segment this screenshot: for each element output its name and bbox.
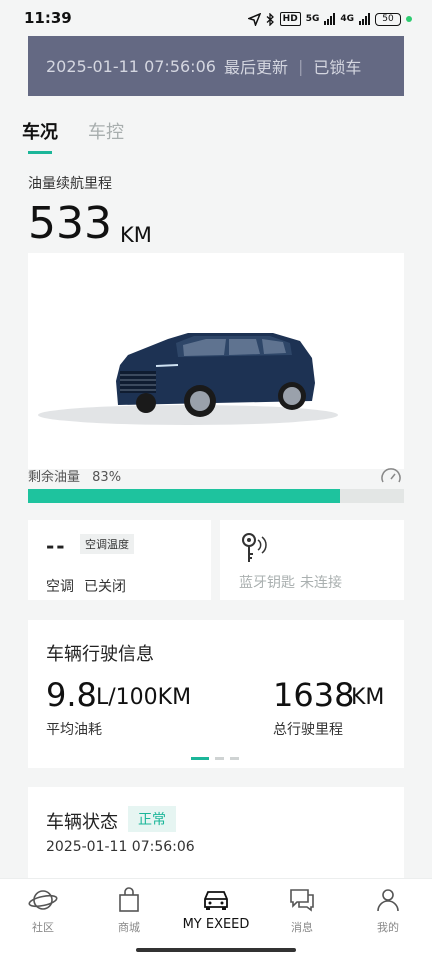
location-icon xyxy=(247,12,261,26)
bluetooth-key-label: 蓝牙钥匙 xyxy=(239,575,295,591)
tab-vehicle-control[interactable]: 车控 xyxy=(88,118,124,158)
vehicle-status-card[interactable]: 车辆状态 正常 2025-01-11 07:56:06 xyxy=(28,787,404,883)
driving-info-card[interactable]: 车辆行驶信息 9.8 L/100KM 平均油耗 1638 KM 总行驶里程 xyxy=(28,620,404,768)
active-tab-indicator xyxy=(28,151,52,154)
shopping-bag-icon xyxy=(119,887,139,912)
nav-my-exeed[interactable]: MY EXEED xyxy=(176,887,256,932)
fuel-label: 剩余油量 83% xyxy=(28,466,121,485)
planet-icon xyxy=(28,890,58,910)
car-icon xyxy=(204,891,228,910)
ac-state: 已关闭 xyxy=(84,579,126,595)
nav-messages[interactable]: 消息 xyxy=(262,887,342,935)
vehicle-status-badge: 正常 xyxy=(128,806,176,832)
range-unit: KM xyxy=(120,223,152,247)
vehicle-status-datetime: 2025-01-11 07:56:06 xyxy=(46,839,195,855)
page-dot xyxy=(215,757,224,760)
ac-card[interactable]: -- 空调温度 空调 已关闭 xyxy=(28,520,211,600)
nav-messages-label: 消息 xyxy=(291,921,313,934)
privacy-dot-icon xyxy=(406,16,412,22)
nav-my-exeed-label: MY EXEED xyxy=(182,917,250,932)
fuel-bar-fill xyxy=(28,489,341,503)
ac-label: 空调 xyxy=(46,579,74,595)
status-icons: HD 5G 4G 50 xyxy=(247,10,412,28)
battery-icon: 50 xyxy=(375,12,401,26)
nav-profile-label: 我的 xyxy=(377,921,399,934)
fuel-percent: 83% xyxy=(92,470,122,485)
page-dot xyxy=(230,757,239,760)
page-dot-active xyxy=(191,757,209,760)
ac-temp-label: 空调温度 xyxy=(80,534,134,554)
avg-fuel-value: 9.8 xyxy=(46,676,97,714)
hd-badge: HD xyxy=(279,12,301,26)
fuel-bar xyxy=(28,489,404,503)
avg-fuel-label: 平均油耗 xyxy=(46,722,102,738)
bluetooth-key-card[interactable]: 蓝牙钥匙 未连接 xyxy=(220,520,404,600)
fuel-label-text: 剩余油量 xyxy=(28,470,81,485)
status-bar: 11:39 HD 5G 4G 50 xyxy=(0,0,432,38)
page-indicator xyxy=(191,757,239,760)
bluetooth-icon xyxy=(266,12,274,26)
user-icon xyxy=(377,889,399,912)
ac-temp-value: -- xyxy=(46,534,67,558)
bluetooth-key-state: 未连接 xyxy=(300,575,342,591)
fuel-gauge-icon xyxy=(381,468,401,483)
vehicle-status-title: 车辆状态 xyxy=(46,812,118,833)
nav-community[interactable]: 社区 xyxy=(3,887,83,935)
lock-state: 已锁车 xyxy=(313,58,362,77)
odometer-value: 1638 xyxy=(273,676,355,714)
car-image xyxy=(38,333,338,425)
network-label-2: 4G xyxy=(340,14,354,24)
home-indicator xyxy=(136,948,296,952)
last-update-label: 最后更新 xyxy=(223,58,288,77)
odometer-unit: KM xyxy=(351,685,385,710)
range-label: 油量续航里程 xyxy=(28,176,112,192)
status-time: 11:39 xyxy=(24,9,72,27)
signal-icon-2 xyxy=(359,13,370,25)
odometer-label: 总行驶里程 xyxy=(273,722,343,738)
nav-mall-label: 商城 xyxy=(118,921,140,934)
nav-mall[interactable]: 商城 xyxy=(89,887,169,935)
nav-community-label: 社区 xyxy=(32,921,54,934)
driving-info-title: 车辆行驶信息 xyxy=(46,644,154,665)
network-label-1: 5G xyxy=(305,14,320,24)
banner-divider: | xyxy=(297,56,304,76)
nav-profile[interactable]: 我的 xyxy=(348,887,428,935)
avg-fuel-unit: L/100KM xyxy=(96,685,192,710)
update-banner: 2025-01-11 07:56:06 最后更新 | 已锁车 xyxy=(28,36,404,96)
car-image-area xyxy=(28,253,404,469)
last-update-datetime: 2025-01-11 07:56:06 xyxy=(46,56,216,76)
bluetooth-key-icon xyxy=(242,533,267,562)
chat-icon xyxy=(290,889,314,912)
signal-icon xyxy=(324,13,336,25)
range-value: 533 xyxy=(28,198,112,249)
